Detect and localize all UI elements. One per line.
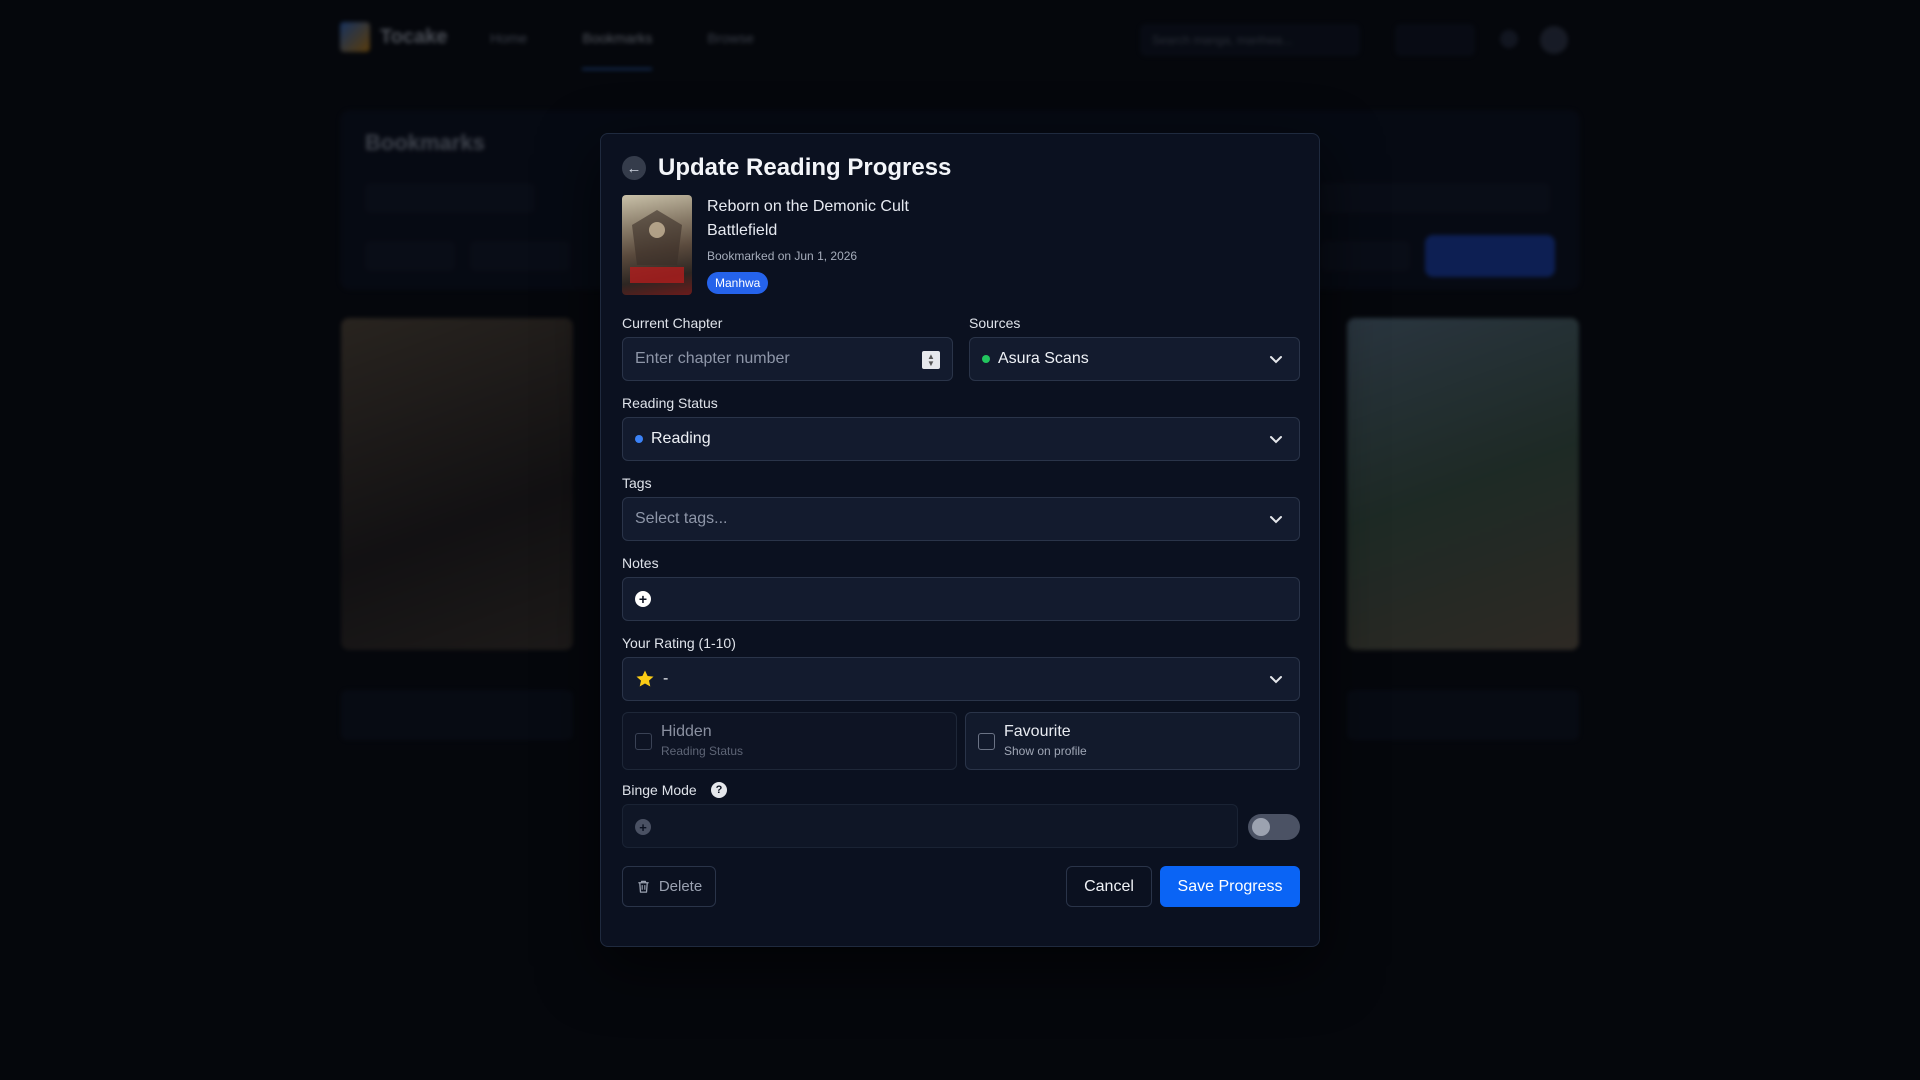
chevron-down-icon	[1270, 356, 1282, 364]
current-chapter-label: Current Chapter	[622, 315, 723, 331]
hidden-option[interactable]: Hidden Reading Status	[622, 712, 957, 770]
app-logo[interactable]: Tocake	[340, 22, 447, 52]
chevron-down-icon	[1270, 436, 1282, 444]
logo-icon	[340, 22, 370, 52]
bookmark-card[interactable]	[1347, 318, 1579, 650]
trash-icon	[638, 880, 649, 893]
binge-mode-label: Binge Mode	[622, 782, 697, 798]
filter-chip[interactable]	[365, 183, 535, 213]
hidden-checkbox[interactable]	[635, 733, 652, 750]
type-badge: Manhwa	[707, 272, 769, 294]
update-progress-dialog: ← Update Reading Progress Reborn on the …	[600, 133, 1320, 947]
sources-label: Sources	[969, 315, 1021, 331]
filter-chip[interactable]	[1320, 241, 1410, 271]
series-cover-image	[622, 195, 692, 295]
nav-bookmarks[interactable]: Bookmarks	[582, 30, 653, 70]
bookmark-card-footer	[341, 690, 573, 740]
nav-home[interactable]: Home	[490, 30, 527, 70]
hidden-subtitle: Reading Status	[661, 744, 744, 758]
page-title: Bookmarks	[365, 130, 485, 155]
dialog-title: Update Reading Progress	[658, 154, 952, 181]
save-progress-button[interactable]: Save Progress	[1160, 866, 1300, 907]
bell-icon[interactable]	[1500, 30, 1518, 48]
top-navbar: Tocake Home Bookmarks Browse Search mang…	[0, 0, 1920, 80]
main-nav: Home Bookmarks Browse	[490, 30, 754, 70]
chapter-number-input[interactable]: Enter chapter number ▲ ▼	[622, 337, 953, 381]
bookmark-card-footer	[1347, 690, 1579, 740]
notes-field[interactable]: +	[622, 577, 1300, 621]
help-icon[interactable]: ?	[711, 782, 727, 798]
series-title: Reborn on the Demonic Cult Battlefield	[707, 198, 909, 239]
top-action-button[interactable]	[1395, 24, 1475, 56]
favourite-option[interactable]: Favourite Show on profile	[965, 712, 1300, 770]
sources-select[interactable]: Asura Scans	[969, 337, 1300, 381]
sources-value: Asura Scans	[998, 350, 1089, 367]
favourite-title: Favourite	[1004, 723, 1071, 740]
favourite-subtitle: Show on profile	[1004, 744, 1087, 758]
add-binge-icon: +	[635, 819, 651, 835]
reading-status-select[interactable]: Reading	[622, 417, 1300, 461]
filter-chip[interactable]	[1320, 183, 1550, 213]
toggle-knob	[1252, 818, 1270, 836]
avatar[interactable]	[1540, 26, 1568, 54]
hidden-title: Hidden	[661, 723, 712, 740]
binge-mode-toggle[interactable]	[1248, 814, 1300, 840]
tags-select[interactable]: Select tags...	[622, 497, 1300, 541]
filter-chip[interactable]	[470, 241, 570, 271]
reading-status-value: Reading	[651, 430, 711, 447]
logo-text: Tocake	[380, 25, 448, 48]
status-dot	[635, 435, 643, 443]
rating-value: -	[663, 670, 669, 687]
back-arrow-icon[interactable]: ←	[622, 156, 646, 180]
binge-mode-field: +	[622, 804, 1238, 848]
search-input[interactable]: Search manga, manhwa...	[1140, 24, 1360, 56]
rating-select[interactable]: -	[622, 657, 1300, 701]
star-icon	[636, 670, 654, 687]
bg-primary-button[interactable]	[1425, 235, 1555, 277]
cancel-button[interactable]: Cancel	[1066, 866, 1152, 907]
filter-chip[interactable]	[365, 241, 455, 271]
tags-placeholder: Select tags...	[635, 510, 728, 527]
number-stepper-icon[interactable]: ▲ ▼	[922, 351, 940, 369]
chevron-down-icon	[1270, 516, 1282, 524]
favourite-checkbox[interactable]	[978, 733, 995, 750]
nav-browse[interactable]: Browse	[707, 30, 754, 70]
delete-button[interactable]: Delete	[622, 866, 716, 907]
bookmarked-date: Bookmarked on Jun 1, 2026	[707, 249, 858, 263]
chevron-down-icon	[1270, 676, 1282, 684]
rating-label: Your Rating (1-10)	[622, 635, 736, 651]
chapter-placeholder: Enter chapter number	[635, 350, 790, 367]
add-note-icon[interactable]: +	[635, 591, 651, 607]
notes-label: Notes	[622, 555, 659, 571]
source-status-dot	[982, 355, 990, 363]
bookmark-card[interactable]	[341, 318, 573, 650]
delete-label: Delete	[658, 878, 703, 895]
tags-label: Tags	[622, 475, 652, 491]
reading-status-label: Reading Status	[622, 395, 718, 411]
